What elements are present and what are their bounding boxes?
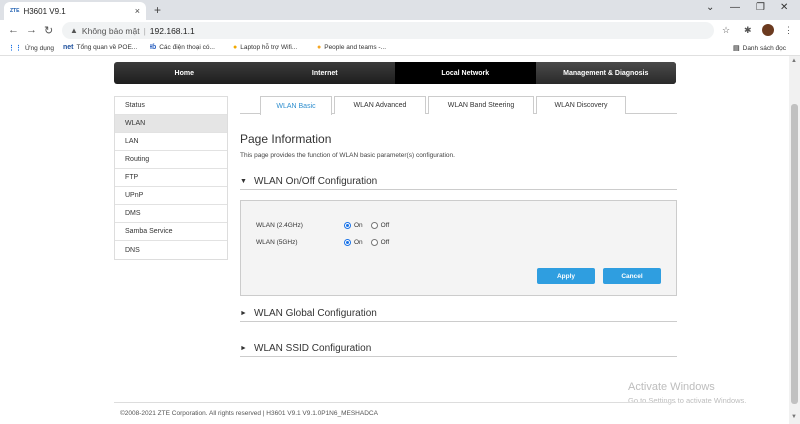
- section-wlan-global[interactable]: ► WLAN Global Configuration: [240, 306, 677, 322]
- new-tab-icon[interactable]: +: [154, 3, 161, 17]
- section-wlan-onoff[interactable]: ▼ WLAN On/Off Configuration: [240, 174, 677, 190]
- wlan-24ghz-label: WLAN (2.4GHz): [256, 222, 303, 229]
- grid-icon: ⋮⋮: [8, 45, 22, 52]
- menu-icon[interactable]: ⋮: [784, 25, 793, 36]
- tb-icon: Ɨɓ: [150, 44, 157, 51]
- forward-icon[interactable]: →: [26, 24, 37, 36]
- bookmarks-bar: ⋮⋮ Ứng dụng net Tổng quan về POE... Ɨɓ C…: [0, 41, 800, 56]
- radio-label: On: [354, 222, 363, 229]
- tab-title: H3601 V9.1: [23, 6, 66, 16]
- reload-icon[interactable]: ↻: [44, 24, 53, 37]
- sidebar-item-lan[interactable]: LAN: [115, 133, 227, 151]
- extensions-icon[interactable]: ✱: [744, 25, 752, 36]
- people-icon: ●: [317, 44, 322, 51]
- sidebar-item-dms[interactable]: DMS: [115, 205, 227, 223]
- router-page: Home Internet Local Network Management &…: [0, 56, 789, 424]
- sidebar-item-status[interactable]: Status: [115, 97, 227, 115]
- profile-avatar[interactable]: [762, 24, 774, 36]
- radio-label: Off: [380, 239, 390, 246]
- wlan-5ghz-row: WLAN (5GHz) On Off: [256, 239, 397, 246]
- radio-checked-icon: [344, 222, 351, 229]
- subtabs: WLAN Basic WLAN Advanced WLAN Band Steer…: [240, 96, 677, 115]
- security-label: Không bảo mật: [81, 25, 140, 36]
- tab-search-icon[interactable]: ⌄: [706, 2, 714, 13]
- restore-icon[interactable]: ❐: [756, 2, 765, 13]
- browser-toolbar: ← → ↻ ▲ Không bảo mật | 192.168.1.1 ☆ ✱ …: [0, 20, 800, 41]
- watermark-line1: Activate Windows: [628, 381, 715, 393]
- url-text: 192.168.1.1: [149, 25, 195, 36]
- top-navigation: Home Internet Local Network Management &…: [114, 62, 676, 84]
- bookmark-laptop[interactable]: ● Laptop hỗ trợ Wifi...: [233, 44, 297, 51]
- address-separator: |: [143, 25, 146, 36]
- section-title: WLAN On/Off Configuration: [254, 176, 378, 187]
- wlan-onoff-panel: WLAN (2.4GHz) On Off WLAN (5GHz) On Off …: [240, 200, 677, 296]
- bookmark-people[interactable]: ● People and teams -...: [317, 44, 386, 51]
- nav-home[interactable]: Home: [114, 62, 255, 84]
- tab-wlan-advanced[interactable]: WLAN Advanced: [334, 96, 426, 114]
- sidebar-item-samba-service[interactable]: Samba Service: [115, 223, 227, 241]
- section-title: WLAN Global Configuration: [254, 308, 377, 319]
- bookmark-label: Các điện thoại có...: [159, 44, 215, 51]
- scrollbar-thumb[interactable]: [791, 104, 798, 404]
- sidebar-item-ftp[interactable]: FTP: [115, 169, 227, 187]
- bookmark-label: Tổng quan về POE...: [76, 44, 138, 51]
- scroll-up-icon[interactable]: ▲: [791, 58, 797, 64]
- tab-close-icon[interactable]: ×: [135, 6, 140, 16]
- section-title: WLAN SSID Configuration: [254, 343, 372, 354]
- nav-local-network[interactable]: Local Network: [395, 62, 536, 84]
- tab-wlan-discovery[interactable]: WLAN Discovery: [536, 96, 626, 114]
- wlan-5ghz-on-radio[interactable]: On: [344, 239, 363, 246]
- bookmark-label: Ứng dụng: [25, 44, 55, 52]
- nav-internet[interactable]: Internet: [255, 62, 396, 84]
- net-icon: net: [63, 44, 74, 51]
- wlan-24ghz-on-radio[interactable]: On: [344, 222, 363, 229]
- sidebar-item-wlan[interactable]: WLAN: [115, 115, 227, 133]
- reading-list[interactable]: ▤ Danh sách đọc: [733, 44, 786, 53]
- nav-management-diagnosis[interactable]: Management & Diagnosis: [535, 62, 676, 84]
- radio-checked-icon: [344, 239, 351, 246]
- radio-label: Off: [380, 222, 390, 229]
- browser-tab[interactable]: ZTE H3601 V9.1 ×: [4, 2, 146, 20]
- bookmark-apps[interactable]: ⋮⋮ Ứng dụng: [8, 44, 55, 53]
- expand-arrow-icon: ►: [240, 345, 247, 352]
- radio-unchecked-icon: [370, 222, 378, 229]
- zte-favicon-icon: ZTE: [10, 8, 20, 14]
- bookmark-label: Laptop hỗ trợ Wifi...: [240, 44, 298, 51]
- sidebar-item-dns[interactable]: DNS: [115, 241, 227, 259]
- wlan-5ghz-label: WLAN (5GHz): [256, 239, 298, 246]
- radio-label: On: [354, 239, 363, 246]
- close-window-icon[interactable]: ✕: [780, 2, 788, 13]
- address-bar[interactable]: ▲ Không bảo mật | 192.168.1.1: [62, 22, 714, 39]
- tab-wlan-band-steering[interactable]: WLAN Band Steering: [428, 96, 534, 114]
- sidebar-item-routing[interactable]: Routing: [115, 151, 227, 169]
- back-icon[interactable]: ←: [8, 24, 19, 36]
- wlan-24ghz-off-radio[interactable]: Off: [370, 222, 390, 229]
- browser-tabstrip: ZTE H3601 V9.1 × + ⌄ — ❐ ✕: [0, 0, 800, 20]
- tab-wlan-basic[interactable]: WLAN Basic: [260, 96, 332, 115]
- page-info-title: Page Information: [240, 132, 332, 146]
- radio-unchecked-icon: [370, 239, 378, 246]
- apply-button[interactable]: Apply: [537, 268, 595, 284]
- wlan-5ghz-off-radio[interactable]: Off: [370, 239, 390, 246]
- cancel-button[interactable]: Cancel: [603, 268, 661, 284]
- wlan-24ghz-row: WLAN (2.4GHz) On Off: [256, 222, 397, 229]
- bookmark-label: People and teams -...: [324, 44, 387, 51]
- reading-list-label: Danh sách đọc: [742, 44, 786, 52]
- page-footer: ©2008-2021 ZTE Corporation. All rights r…: [114, 402, 676, 424]
- laptop-icon: ●: [233, 44, 238, 51]
- page-info-description: This page provides the function of WLAN …: [240, 152, 455, 159]
- collapse-arrow-icon: ▼: [240, 178, 247, 185]
- page-scrollbar[interactable]: ▲ ▼: [789, 56, 800, 424]
- section-wlan-ssid[interactable]: ► WLAN SSID Configuration: [240, 341, 677, 357]
- bookmark-phones[interactable]: Ɨɓ Các điện thoại có...: [150, 44, 215, 51]
- sidebar: Status WLAN LAN Routing FTP UPnP DMS Sam…: [114, 96, 228, 260]
- minimize-icon[interactable]: —: [730, 2, 740, 13]
- bookmark-star-icon[interactable]: ☆: [722, 25, 730, 36]
- bookmark-poe[interactable]: net Tổng quan về POE...: [63, 44, 137, 51]
- expand-arrow-icon: ►: [240, 310, 247, 317]
- reading-list-icon: ▤: [733, 45, 740, 52]
- sidebar-item-upnp[interactable]: UPnP: [115, 187, 227, 205]
- scroll-down-icon[interactable]: ▼: [791, 414, 797, 420]
- warning-icon[interactable]: ▲: [70, 26, 78, 35]
